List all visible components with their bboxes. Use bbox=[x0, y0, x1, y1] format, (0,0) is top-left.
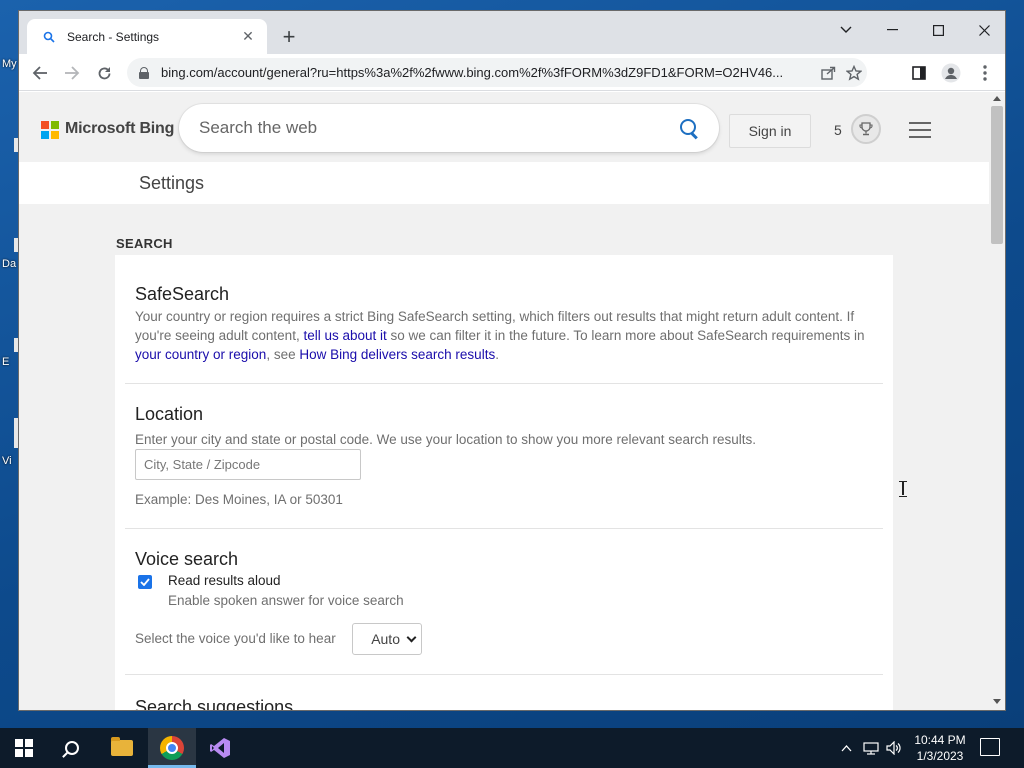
bing-header: Microsoft Bing Search the web Sign in 5 bbox=[19, 92, 989, 162]
safesearch-description: Your country or region requires a strict… bbox=[135, 307, 880, 364]
address-bar[interactable]: bing.com/account/general?ru=https%3a%2f%… bbox=[127, 58, 867, 87]
browser-window: Search - Settings ✕ + bing.com/account/g bbox=[18, 10, 1006, 711]
section-label: SEARCH bbox=[116, 236, 173, 251]
tab-search-button[interactable] bbox=[823, 15, 869, 45]
clock-time: 10:44 PM bbox=[914, 733, 966, 747]
visual-studio-icon bbox=[209, 737, 231, 759]
more-menu-icon[interactable] bbox=[971, 59, 999, 87]
brand-name[interactable]: Microsoft Bing bbox=[65, 120, 174, 138]
side-panel-icon[interactable] bbox=[905, 59, 933, 87]
hamburger-menu-icon[interactable] bbox=[909, 122, 931, 138]
checkbox-sublabel: Enable spoken answer for voice search bbox=[168, 593, 404, 608]
rewards-count[interactable]: 5 bbox=[834, 122, 842, 138]
browser-toolbar: bing.com/account/general?ru=https%3a%2f%… bbox=[19, 54, 1005, 91]
settings-header-bar: Settings bbox=[19, 162, 989, 204]
close-tab-icon[interactable]: ✕ bbox=[239, 28, 257, 45]
brand-bold: Microsoft bbox=[65, 120, 136, 137]
read-results-aloud-checkbox[interactable] bbox=[138, 575, 152, 589]
country-region-link[interactable]: your country or region bbox=[135, 347, 266, 362]
how-bing-delivers-link[interactable]: How Bing delivers search results bbox=[299, 347, 495, 362]
search-icon[interactable] bbox=[679, 118, 699, 138]
logo-square bbox=[41, 131, 49, 139]
profile-avatar[interactable] bbox=[937, 59, 965, 87]
safesearch-text: , see bbox=[266, 347, 300, 362]
search-box[interactable]: Search the web bbox=[179, 104, 719, 152]
location-input[interactable] bbox=[135, 449, 361, 480]
share-icon[interactable] bbox=[815, 60, 841, 86]
search-suggestions-title: Search suggestions bbox=[135, 697, 294, 711]
url-text[interactable]: bing.com/account/general?ru=https%3a%2f%… bbox=[161, 65, 815, 80]
voice-search-title: Voice search bbox=[135, 549, 239, 569]
text-cursor-icon bbox=[899, 481, 907, 497]
scroll-up-icon[interactable] bbox=[993, 96, 1001, 101]
close-window-button[interactable] bbox=[961, 15, 1005, 45]
taskbar: 10:44 PM 1/3/2023 bbox=[0, 728, 1024, 768]
logo-square bbox=[41, 121, 49, 129]
start-button[interactable] bbox=[0, 728, 48, 768]
settings-card: SafeSearch Your country or region requir… bbox=[115, 255, 907, 711]
back-button[interactable] bbox=[26, 59, 54, 87]
network-icon[interactable] bbox=[860, 728, 882, 768]
search-input[interactable]: Search the web bbox=[199, 118, 679, 138]
star-bookmark-icon[interactable] bbox=[841, 60, 867, 86]
desktop-icon-label[interactable]: My bbox=[2, 58, 17, 70]
minimize-button[interactable] bbox=[869, 15, 915, 45]
chevron-up-icon[interactable] bbox=[836, 728, 856, 768]
page-scrollbar[interactable] bbox=[989, 92, 1005, 710]
voice-select-value: Auto bbox=[371, 631, 400, 647]
system-clock[interactable]: 10:44 PM 1/3/2023 bbox=[905, 732, 975, 764]
location-example: Example: Des Moines, IA or 50301 bbox=[135, 492, 343, 507]
rewards-trophy-icon[interactable] bbox=[851, 114, 881, 144]
notification-center-icon[interactable] bbox=[980, 738, 1000, 756]
file-explorer-button[interactable] bbox=[98, 728, 146, 768]
browser-tab[interactable]: Search - Settings ✕ bbox=[27, 19, 267, 54]
forward-button[interactable] bbox=[58, 59, 86, 87]
divider bbox=[125, 383, 883, 384]
desktop-icon-label[interactable]: Da bbox=[2, 258, 16, 270]
volume-icon[interactable] bbox=[884, 728, 904, 768]
lock-icon[interactable] bbox=[139, 66, 149, 79]
safesearch-text: so we can filter it in the future. To le… bbox=[386, 328, 865, 343]
search-icon bbox=[41, 29, 57, 45]
visual-studio-button[interactable] bbox=[196, 728, 244, 768]
safesearch-title: SafeSearch bbox=[135, 284, 230, 304]
brand-rest: Bing bbox=[135, 120, 175, 137]
desktop-icon-label[interactable]: E bbox=[2, 356, 9, 368]
chevron-down-icon bbox=[406, 632, 417, 642]
reload-button[interactable] bbox=[90, 59, 118, 87]
location-description: Enter your city and state or postal code… bbox=[135, 432, 757, 447]
tab-strip: Search - Settings ✕ + bbox=[19, 11, 1005, 54]
divider bbox=[125, 528, 883, 529]
clock-date: 1/3/2023 bbox=[916, 749, 964, 763]
microsoft-logo-icon[interactable] bbox=[41, 121, 59, 139]
chrome-taskbar-button[interactable] bbox=[148, 728, 196, 768]
page-viewport: Microsoft Bing Search the web Sign in 5 … bbox=[19, 92, 989, 711]
safesearch-text: . bbox=[495, 347, 499, 362]
desktop-icon-label[interactable]: Vi bbox=[2, 455, 12, 467]
logo-square bbox=[51, 131, 59, 139]
maximize-button[interactable] bbox=[915, 15, 961, 45]
page-title: Settings bbox=[139, 173, 205, 193]
divider bbox=[125, 674, 883, 675]
location-title: Location bbox=[135, 404, 204, 424]
new-tab-button[interactable]: + bbox=[277, 25, 301, 49]
scrollbar-thumb[interactable] bbox=[991, 106, 1003, 244]
voice-select[interactable]: Auto bbox=[352, 623, 422, 655]
sign-in-button[interactable]: Sign in bbox=[729, 114, 811, 148]
tell-us-link[interactable]: tell us about it bbox=[303, 328, 386, 343]
tab-title: Search - Settings bbox=[67, 29, 160, 44]
chrome-icon bbox=[160, 736, 184, 760]
checkbox-label[interactable]: Read results aloud bbox=[168, 573, 281, 588]
voice-select-label: Select the voice you'd like to hear bbox=[135, 631, 336, 646]
logo-square bbox=[51, 121, 59, 129]
windows-logo-icon bbox=[15, 739, 33, 757]
search-icon bbox=[65, 741, 79, 755]
folder-icon bbox=[111, 737, 133, 756]
scroll-down-icon[interactable] bbox=[993, 699, 1001, 704]
taskbar-search-button[interactable] bbox=[48, 728, 96, 768]
